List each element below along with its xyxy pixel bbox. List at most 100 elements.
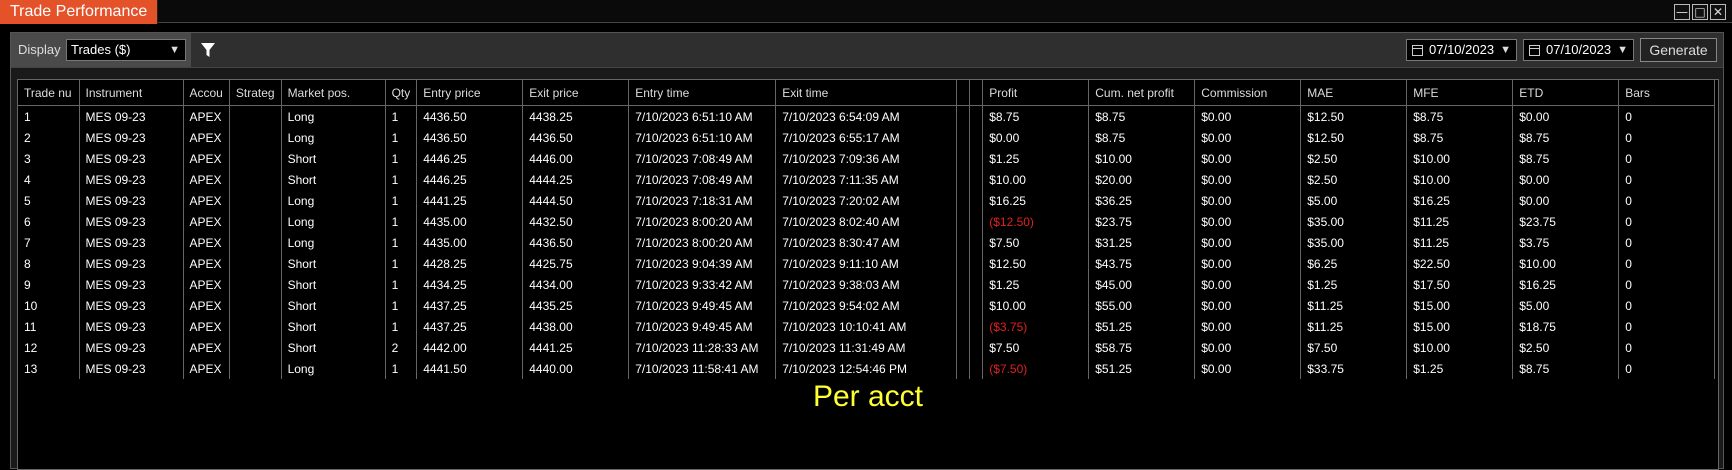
cell-trade-nu: 6 [18, 211, 80, 232]
filter-icon[interactable] [201, 42, 215, 58]
cell-strateg [229, 232, 282, 253]
cell-etd: $5.00 [1512, 295, 1620, 316]
cell-bars: 0 [1618, 316, 1716, 337]
column-header-mae[interactable]: MAE [1300, 80, 1408, 106]
table-row[interactable]: 10 MES 09-23 APEX Short 1 4437.25 4435.25 7/10/… [18, 295, 1716, 316]
cell-accou: APEX [183, 274, 230, 295]
column-header-exit-time[interactable]: Exit time [775, 80, 958, 106]
cell-exit-time: 7/10/2023 8:02:40 AM [775, 211, 958, 232]
cell-market-pos: Long [281, 358, 386, 379]
column-header-instrument[interactable]: Instrument [79, 80, 184, 106]
cell-mae: $6.25 [1300, 253, 1408, 274]
close-button[interactable]: ✕ [1710, 4, 1726, 20]
table-row[interactable]: 12 MES 09-23 APEX Short 2 4442.00 4441.25 7/10/… [18, 337, 1716, 358]
table-row[interactable]: 2 MES 09-23 APEX Long 1 4436.50 4436.50 7/10/20… [18, 127, 1716, 148]
cell-spacer [956, 253, 971, 274]
cell-instrument: MES 09-23 [79, 358, 184, 379]
cell-strateg [229, 211, 282, 232]
from-date-picker[interactable]: 07/10/2023 ▼ [1406, 39, 1517, 61]
generate-button[interactable]: Generate [1640, 38, 1717, 62]
table-row[interactable]: 7 MES 09-23 APEX Long 1 4435.00 4436.50 7/10/20… [18, 232, 1716, 253]
cell-market-pos: Short [281, 148, 386, 169]
column-header-mfe[interactable]: MFE [1406, 80, 1514, 106]
table-row[interactable]: 11 MES 09-23 APEX Short 1 4437.25 4438.00 7/10/… [18, 316, 1716, 337]
cell-accou: APEX [183, 211, 230, 232]
column-header-accou[interactable]: Accou [183, 80, 230, 106]
cell-etd: $0.00 [1512, 105, 1620, 127]
cell-accou: APEX [183, 295, 230, 316]
column-header-exit-price[interactable]: Exit price [522, 80, 630, 106]
cell-spacer [956, 337, 971, 358]
cell-entry-time: 7/10/2023 9:33:42 AM [628, 274, 777, 295]
cell-commission: $0.00 [1194, 148, 1302, 169]
cell-entry-time: 7/10/2023 8:00:20 AM [628, 232, 777, 253]
cell-market-pos: Long [281, 105, 386, 127]
cell-cum-net-profit: $8.75 [1088, 127, 1196, 148]
table-row[interactable]: 9 MES 09-23 APEX Short 1 4434.25 4434.00 7/10/2… [18, 274, 1716, 295]
cell-profit: ($7.50) [982, 358, 1090, 379]
column-header-cum-net-profit[interactable]: Cum. net profit [1088, 80, 1196, 106]
from-date-value: 07/10/2023 [1429, 42, 1495, 57]
table-row[interactable]: 8 MES 09-23 APEX Short 1 4428.25 4425.75 7/10/2… [18, 253, 1716, 274]
table-row[interactable]: 4 MES 09-23 APEX Short 1 4446.25 4444.25 7/10/2… [18, 169, 1716, 190]
column-header-entry-time[interactable]: Entry time [628, 80, 777, 106]
column-header-etd[interactable]: ETD [1512, 80, 1620, 106]
cell-spacer [969, 232, 984, 253]
cell-entry-price: 4428.25 [416, 253, 524, 274]
cell-cum-net-profit: $36.25 [1088, 190, 1196, 211]
cell-trade-nu: 5 [18, 190, 80, 211]
cell-mae: $11.25 [1300, 316, 1408, 337]
cell-market-pos: Short [281, 169, 386, 190]
table-row[interactable]: 1 MES 09-23 APEX Long 1 4436.50 4438.25 7/10/20… [18, 105, 1716, 127]
column-header-spacer-10[interactable] [956, 80, 971, 106]
table-row[interactable]: 6 MES 09-23 APEX Long 1 4435.00 4432.50 7/10/20… [18, 211, 1716, 232]
column-header-bars[interactable]: Bars [1618, 80, 1716, 106]
cell-entry-price: 4437.25 [416, 316, 524, 337]
table-row[interactable]: 13 MES 09-23 APEX Long 1 4441.50 4440.00 7/10/2… [18, 358, 1716, 379]
column-header-market-pos[interactable]: Market pos. [281, 80, 386, 106]
column-header-commission[interactable]: Commission [1194, 80, 1302, 106]
cell-instrument: MES 09-23 [79, 169, 184, 190]
column-header-spacer-11[interactable] [969, 80, 984, 106]
display-select[interactable]: Trades ($) ▼ [66, 39, 186, 61]
column-header-entry-price[interactable]: Entry price [416, 80, 524, 106]
cell-accou: APEX [183, 105, 230, 127]
column-header-qty[interactable]: Qty [385, 80, 418, 106]
cell-market-pos: Long [281, 127, 386, 148]
cell-commission: $0.00 [1194, 232, 1302, 253]
minimize-button[interactable]: — [1674, 4, 1690, 20]
cell-trade-nu: 11 [18, 316, 80, 337]
cell-entry-time: 7/10/2023 8:00:20 AM [628, 211, 777, 232]
maximize-button[interactable]: □ [1692, 4, 1708, 20]
cell-qty: 1 [385, 316, 418, 337]
cell-spacer [969, 295, 984, 316]
table-row[interactable]: 5 MES 09-23 APEX Long 1 4441.25 4444.50 7/10/20… [18, 190, 1716, 211]
cell-spacer [956, 316, 971, 337]
table-row[interactable]: 3 MES 09-23 APEX Short 1 4446.25 4446.00 7/10/2… [18, 148, 1716, 169]
column-header-strateg[interactable]: Strateg [229, 80, 282, 106]
cell-mae: $7.50 [1300, 337, 1408, 358]
column-header-profit[interactable]: Profit [982, 80, 1090, 106]
trades-grid[interactable]: Trade nu Instrument Accou Strateg Market pos… [17, 79, 1719, 470]
to-date-picker[interactable]: 07/10/2023 ▼ [1523, 39, 1634, 61]
cell-spacer [969, 211, 984, 232]
trade-performance-panel: Display Trades ($) ▼ 07/10/2023 ▼ 07/10/… [10, 32, 1724, 470]
cell-entry-price: 4442.00 [416, 337, 524, 358]
cell-exit-price: 4440.00 [522, 358, 630, 379]
cell-exit-price: 4444.25 [522, 169, 630, 190]
window-title[interactable]: Trade Performance [0, 0, 159, 24]
cell-spacer [956, 105, 971, 127]
cell-etd: $23.75 [1512, 211, 1620, 232]
cell-cum-net-profit: $43.75 [1088, 253, 1196, 274]
cell-mfe: $15.00 [1406, 295, 1514, 316]
cell-bars: 0 [1618, 148, 1716, 169]
cell-market-pos: Long [281, 190, 386, 211]
cell-bars: 0 [1618, 295, 1716, 316]
cell-spacer [969, 337, 984, 358]
cell-etd: $0.00 [1512, 169, 1620, 190]
to-date-value: 07/10/2023 [1546, 42, 1612, 57]
cell-qty: 1 [385, 190, 418, 211]
cell-strateg [229, 127, 282, 148]
chevron-down-icon: ▼ [1500, 44, 1511, 56]
column-header-trade-nu[interactable]: Trade nu [18, 80, 80, 106]
